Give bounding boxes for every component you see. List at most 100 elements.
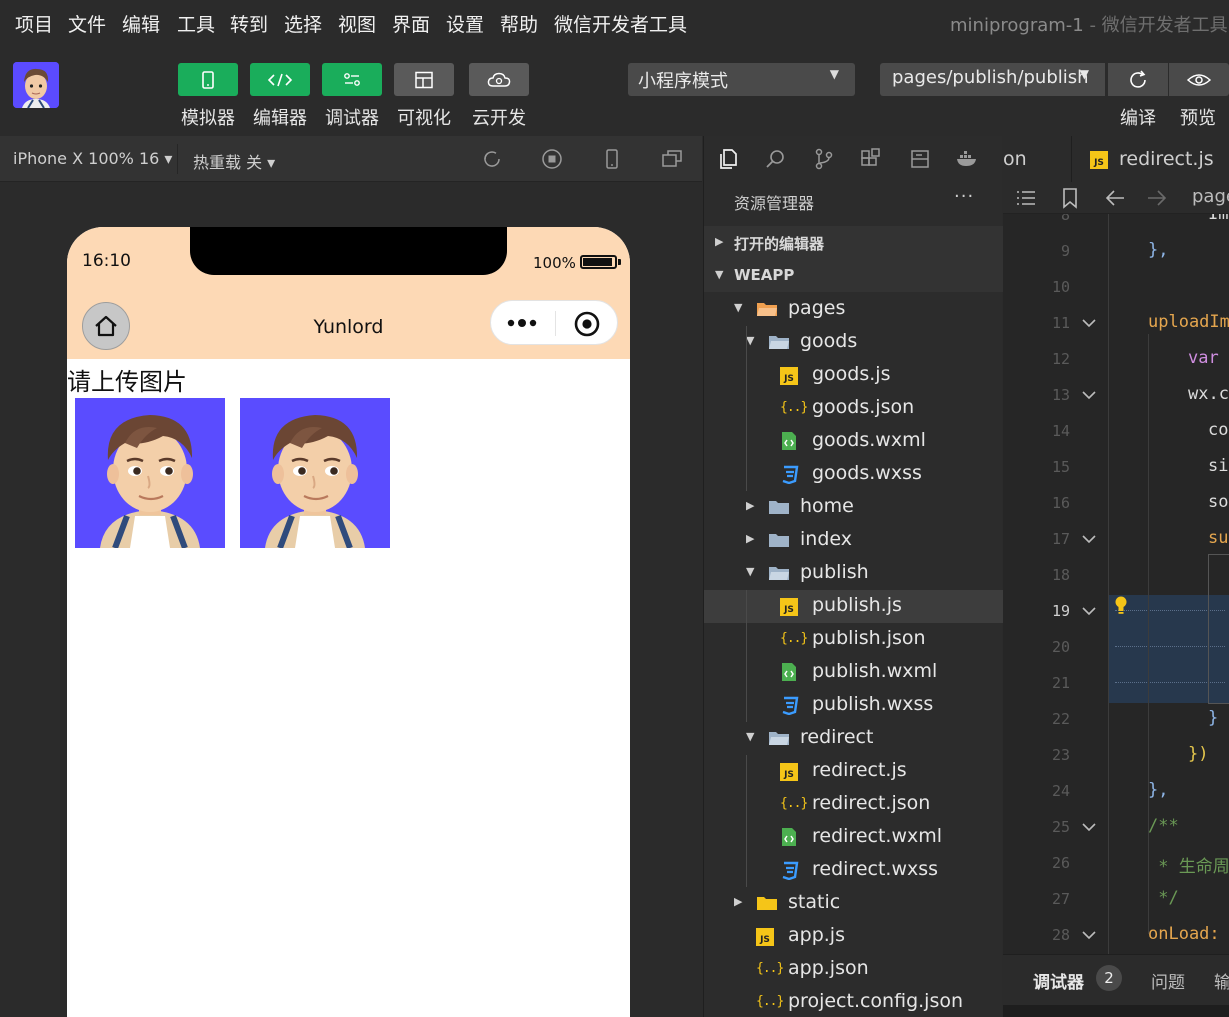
fold-chevron-icon[interactable] [1082,604,1096,618]
menu-item-2[interactable]: 编辑 [122,10,160,37]
tree-item-goods[interactable]: ▼ goods [704,326,1003,359]
line-number: 27 [1051,890,1070,908]
fold-chevron-icon[interactable] [1082,532,1096,546]
tree-item-app-json[interactable]: {..} app.json [704,953,1003,986]
tree-item-publish-wxml[interactable]: publish.wxml [704,656,1003,689]
menu-item-7[interactable]: 界面 [392,10,430,37]
outline-list-icon[interactable] [1015,188,1037,208]
phone-icon[interactable] [601,148,623,170]
tree-item-redirect-wxml[interactable]: redirect.wxml [704,821,1003,854]
problems-tab[interactable]: 问题 [1151,968,1185,993]
fold-chevron-icon[interactable] [1082,820,1096,834]
docker-icon[interactable] [955,147,979,171]
tree-item-goods-js[interactable]: JS goods.js [704,359,1003,392]
preview-button[interactable] [1169,63,1229,96]
detach-window-icon[interactable] [661,148,683,170]
more-dots-icon[interactable] [506,317,540,329]
mode-select[interactable]: 小程序模式 ▼ [628,63,855,96]
search-icon[interactable] [764,147,788,171]
tree-item-index[interactable]: ▶ index [704,524,1003,557]
files-icon[interactable] [716,147,740,171]
tree-item-publish-json[interactable]: {..} publish.json [704,623,1003,656]
tree-item-app-js[interactable]: JS app.js [704,920,1003,953]
tree-item-redirect-json[interactable]: {..} redirect.json [704,788,1003,821]
menu-item-0[interactable]: 项目 [15,10,53,37]
menu-item-10[interactable]: 微信开发者工具 [554,10,687,37]
tree-item-goods-json[interactable]: {..} goods.json [704,392,1003,425]
chevron-down-icon[interactable]: ▼ [746,730,754,743]
open-editors-section[interactable]: ▶ 打开的编辑器 [704,226,1003,259]
stop-icon[interactable] [541,148,563,170]
fold-chevron-icon[interactable] [1082,928,1096,942]
chevron-right-icon[interactable]: ▶ [746,532,754,545]
visual-label[interactable]: 可视化 [389,104,459,130]
tab-redirect-js[interactable]: JS redirect.js [1071,136,1229,182]
tree-item-pages[interactable]: ▼ pages [704,293,1003,326]
breadcrumb[interactable]: page [1192,186,1229,207]
compile-page-select[interactable]: pages/publish/publish ▼ [880,63,1105,96]
wxml-file-icon [780,827,802,847]
simulator-area: 16:10 100% Yunlord 请上传图片 [0,182,702,1017]
tree-item-project-config-json[interactable]: {..} project.config.json [704,986,1003,1017]
storage-icon[interactable] [908,147,932,171]
tree-item-goods-wxml[interactable]: goods.wxml [704,425,1003,458]
arrow-left-icon[interactable] [1104,188,1126,208]
tree-item-publish[interactable]: ▼ publish [704,557,1003,590]
tree-item-redirect-wxss[interactable]: redirect.wxss [704,854,1003,887]
cloud-dev-button[interactable] [469,63,529,96]
uploaded-image-1[interactable] [75,398,225,548]
editor-label[interactable]: 编辑器 [245,104,315,130]
compile-button[interactable] [1108,63,1168,96]
tree-item-publish-wxss[interactable]: publish.wxss [704,689,1003,722]
hot-reload-select[interactable]: 热重载 关 ▾ [193,149,275,173]
tree-item-redirect[interactable]: ▼ redirect [704,722,1003,755]
menu-item-3[interactable]: 工具 [177,10,215,37]
menu-item-8[interactable]: 设置 [446,10,484,37]
code-editor[interactable]: 8 9 10 11 12 13 14 15 16 17 18 19 20 21 22 23 24 25 26 27 28… [1003,214,1229,954]
tree-item-publish-js[interactable]: JS publish.js [704,590,1003,623]
more-actions-icon[interactable]: ··· [954,186,974,207]
simulator-toggle-button[interactable] [178,63,238,96]
extensions-icon[interactable] [859,147,883,171]
menu-item-1[interactable]: 文件 [68,10,106,37]
editor-toggle-button[interactable] [250,63,310,96]
debugger-label[interactable]: 调试器 [317,104,387,130]
menu-item-5[interactable]: 选择 [284,10,322,37]
user-avatar[interactable] [13,62,59,108]
fold-chevron-icon[interactable] [1082,316,1096,330]
preview-label[interactable]: 预览 [1163,104,1229,130]
bookmark-icon[interactable] [1061,187,1079,209]
tree-item-goods-wxss[interactable]: goods.wxss [704,458,1003,491]
avatar-image [13,62,59,108]
arrow-right-icon[interactable] [1146,188,1168,208]
chevron-down-icon[interactable]: ▼ [746,565,754,578]
output-tab[interactable]: 输 [1214,968,1229,993]
device-select[interactable]: iPhone X 100% 16 ▾ [13,149,172,168]
rotate-icon[interactable] [481,148,503,170]
project-section[interactable]: ▼ WEAPP [704,259,1003,292]
simulator-label[interactable]: 模拟器 [173,104,243,130]
chevron-down-icon[interactable]: ▼ [734,301,742,314]
tree-item-home[interactable]: ▶ home [704,491,1003,524]
chevron-right-icon[interactable]: ▶ [734,895,742,908]
uploaded-image-2[interactable] [240,398,390,548]
lightbulb-icon[interactable] [1114,595,1128,615]
debugger-toggle-button[interactable] [322,63,382,96]
tree-item-redirect-js[interactable]: JS redirect.js [704,755,1003,788]
menu-item-6[interactable]: 视图 [338,10,376,37]
folder-open-icon [756,299,778,319]
menu-item-9[interactable]: 帮助 [500,10,538,37]
tree-item-static[interactable]: ▶ static [704,887,1003,920]
fold-chevron-icon[interactable] [1082,388,1096,402]
visual-toggle-button[interactable] [394,63,454,96]
chevron-right-icon[interactable]: ▶ [746,499,754,512]
source-control-icon[interactable] [812,147,836,171]
cloud-dev-label[interactable]: 云开发 [464,104,534,130]
debugger-panel: 调试器 2 问题 输 [1003,954,1229,1017]
menu-item-4[interactable]: 转到 [230,10,268,37]
tab-partial[interactable]: on [1003,148,1027,170]
js-file-icon: JS [756,928,774,946]
debugger-tab[interactable]: 调试器 [1033,968,1084,993]
close-target-icon[interactable] [573,310,601,338]
chevron-down-icon[interactable]: ▼ [746,334,754,347]
